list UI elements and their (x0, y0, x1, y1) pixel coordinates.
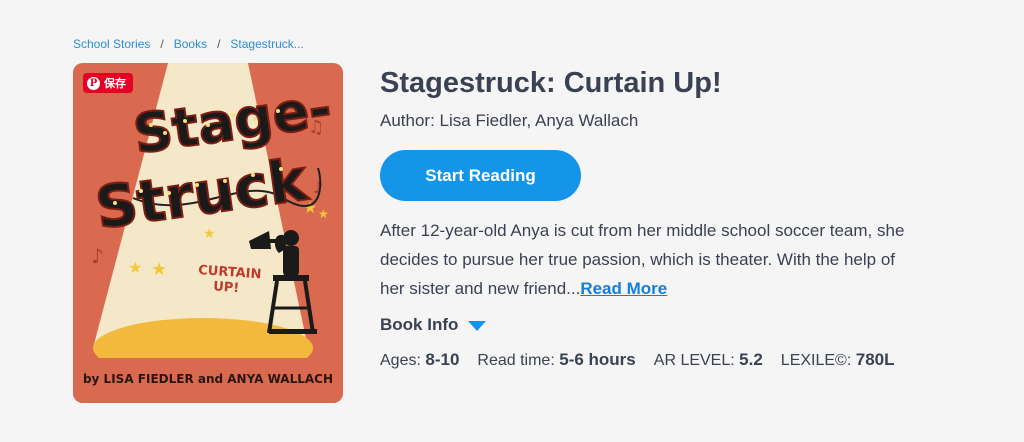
lexile-value: 780L (855, 350, 895, 369)
ar-level-value: 5.2 (739, 350, 763, 369)
breadcrumb-books[interactable]: Books (174, 37, 207, 51)
meta-lexile: LEXILE©: 780L (781, 350, 895, 370)
book-meta: Ages: 8-10 Read time: 5-6 hours AR LEVEL… (380, 350, 940, 370)
book-title: Stagestruck: Curtain Up! (380, 67, 722, 99)
book-author: Author: Lisa Fiedler, Anya Wallach (380, 111, 639, 130)
read-more-link[interactable]: Read More (580, 279, 667, 298)
cover-subtitle-line2: UP! (213, 279, 240, 296)
ages-value: 8-10 (425, 350, 460, 369)
pinterest-icon: P (87, 76, 100, 90)
book-info-label: Book Info (380, 315, 459, 334)
svg-text:★: ★ (151, 259, 167, 280)
breadcrumb-current[interactable]: Stagestruck... (230, 37, 303, 51)
read-time-label: Read time: (477, 352, 555, 369)
breadcrumb-separator: / (217, 37, 221, 51)
svg-text:♪: ♪ (91, 244, 104, 268)
caret-down-icon (468, 321, 487, 331)
start-reading-button[interactable]: Start Reading (380, 150, 581, 201)
svg-text:★: ★ (128, 258, 142, 277)
lexile-label: LEXILE©: (780, 352, 852, 369)
book-info-toggle[interactable]: Book Info (380, 315, 940, 335)
breadcrumb: School Stories / Books / Stagestruck... (73, 37, 304, 51)
meta-ages: Ages: 8-10 (380, 350, 459, 370)
cover-authors: by LISA FIEDLER and ANYA WALLACH (83, 372, 333, 386)
meta-ar-level: AR LEVEL: 5.2 (654, 350, 763, 370)
pinterest-save-label: 保存 (104, 78, 126, 90)
read-time-value: 5-6 hours (559, 350, 636, 369)
book-details: Stagestruck: Curtain Up! Author: Lisa Fi… (380, 63, 940, 370)
svg-text:★: ★ (318, 207, 329, 221)
ar-level-label: AR LEVEL: (653, 352, 735, 369)
breadcrumb-school-stories[interactable]: School Stories (73, 37, 150, 51)
pinterest-save-button[interactable]: P 保存 (83, 73, 133, 93)
book-description: After 12-year-old Anya is cut from her m… (380, 216, 910, 303)
ages-label: Ages: (380, 352, 421, 369)
breadcrumb-separator: / (160, 37, 164, 51)
cover-illustration: ♪ ♫ ♪ ★ ★ ★ ★ ★ ★ Stage- Struck CURTAIN … (73, 63, 343, 403)
book-cover[interactable]: ♪ ♫ ♪ ★ ★ ★ ★ ★ ★ Stage- Struck CURTAIN … (73, 63, 343, 403)
meta-read-time: Read time: 5-6 hours (477, 350, 635, 370)
svg-text:★: ★ (203, 226, 216, 242)
